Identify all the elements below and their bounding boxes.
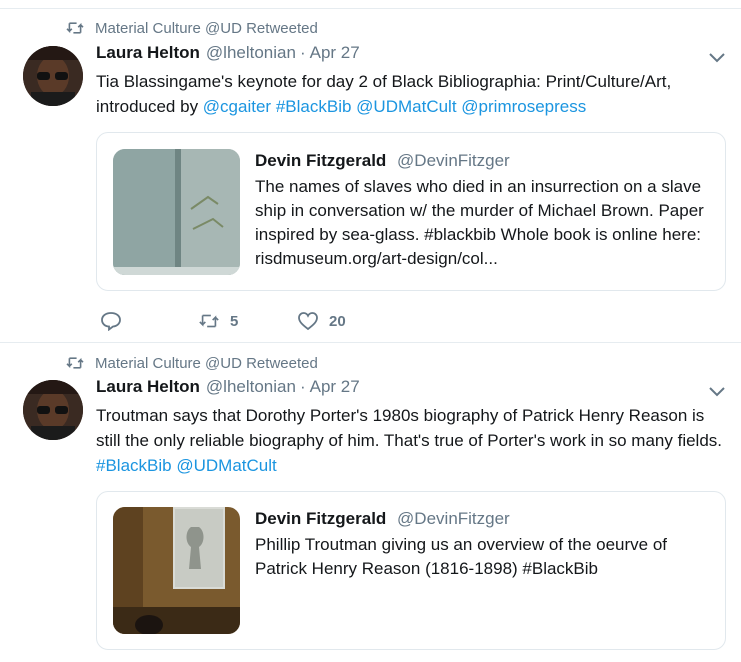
- reply-icon: [101, 312, 121, 331]
- avatar[interactable]: [23, 380, 83, 440]
- quoted-tweet-text: Phillip Troutman giving us an overview o…: [255, 535, 668, 578]
- quoted-tweet-image[interactable]: [113, 507, 240, 634]
- retweet-icon: [66, 357, 84, 369]
- tweet-link[interactable]: @UDMatCult: [356, 97, 456, 116]
- tweet-date[interactable]: Apr 27: [310, 377, 360, 397]
- tweet-text: Tia Blassingame's keynote for day 2 of B…: [96, 69, 726, 119]
- tweet-link[interactable]: @cgaiter: [203, 97, 271, 116]
- author-handle[interactable]: @lheltonian: [206, 43, 296, 63]
- quoted-tweet-card[interactable]: Devin Fitzgerald @DevinFitzger Phillip T…: [96, 491, 726, 650]
- tweet-header: Laura Helton @lheltonian · Apr 27: [96, 43, 360, 67]
- tweet-actions: 5 20: [100, 309, 346, 333]
- avatar-photo: [23, 380, 83, 440]
- like-button[interactable]: 20: [297, 311, 346, 331]
- heart-icon: [298, 312, 318, 331]
- retweet-label: Material Culture @UD Retweeted: [95, 19, 318, 37]
- tweet-text-segment: Troutman says that Dorothy Porter's 1980…: [96, 406, 723, 450]
- tweet-header: Laura Helton @lheltonian · Apr 27: [96, 377, 360, 401]
- tweet[interactable]: Material Culture @UD Retweeted Laura Hel…: [0, 343, 741, 662]
- quoted-author-name: Devin Fitzgerald: [255, 151, 387, 170]
- avatar[interactable]: [23, 46, 83, 106]
- chevron-down-icon[interactable]: [708, 386, 726, 398]
- presentation-photo: [113, 507, 240, 634]
- quoted-author-handle: @DevinFitzger: [397, 151, 510, 170]
- like-count: 20: [329, 312, 346, 330]
- retweet-context[interactable]: Material Culture @UD Retweeted: [65, 18, 318, 38]
- retweet-count: 5: [230, 312, 239, 330]
- header-separator: ·: [299, 377, 306, 396]
- chevron-down-icon[interactable]: [708, 52, 726, 64]
- book-photo: [113, 149, 240, 275]
- quoted-author: Devin Fitzgerald @DevinFitzger: [255, 509, 510, 529]
- author-handle[interactable]: @lheltonian: [206, 377, 296, 397]
- reply-button[interactable]: [100, 311, 198, 331]
- quoted-tweet-card[interactable]: Devin Fitzgerald @DevinFitzger The names…: [96, 132, 726, 291]
- quoted-author-name: Devin Fitzgerald: [255, 509, 387, 528]
- quoted-author: Devin Fitzgerald @DevinFitzger: [255, 151, 510, 171]
- header-separator: ·: [299, 43, 306, 62]
- quoted-tweet-image[interactable]: [113, 149, 240, 275]
- retweet-context[interactable]: Material Culture @UD Retweeted: [65, 353, 318, 373]
- retweet-button[interactable]: 5: [198, 311, 297, 331]
- tweet-link[interactable]: @UDMatCult: [176, 456, 276, 475]
- retweet-icon: [66, 22, 84, 34]
- author-name[interactable]: Laura Helton: [96, 377, 200, 397]
- tweet-date[interactable]: Apr 27: [310, 43, 360, 63]
- avatar-photo: [23, 46, 83, 106]
- tweet[interactable]: Material Culture @UD Retweeted Laura Hel…: [0, 0, 741, 342]
- tweet-link[interactable]: #BlackBib: [96, 456, 172, 475]
- tweet-text: Troutman says that Dorothy Porter's 1980…: [96, 403, 726, 478]
- tweet-link[interactable]: @primrosepress: [461, 97, 586, 116]
- author-name[interactable]: Laura Helton: [96, 43, 200, 63]
- tweet-link[interactable]: #BlackBib: [276, 97, 352, 116]
- quoted-tweet-text: The names of slaves who died in an insur…: [255, 177, 704, 268]
- quoted-author-handle: @DevinFitzger: [397, 509, 510, 528]
- retweet-icon: [199, 314, 219, 328]
- retweet-label: Material Culture @UD Retweeted: [95, 354, 318, 372]
